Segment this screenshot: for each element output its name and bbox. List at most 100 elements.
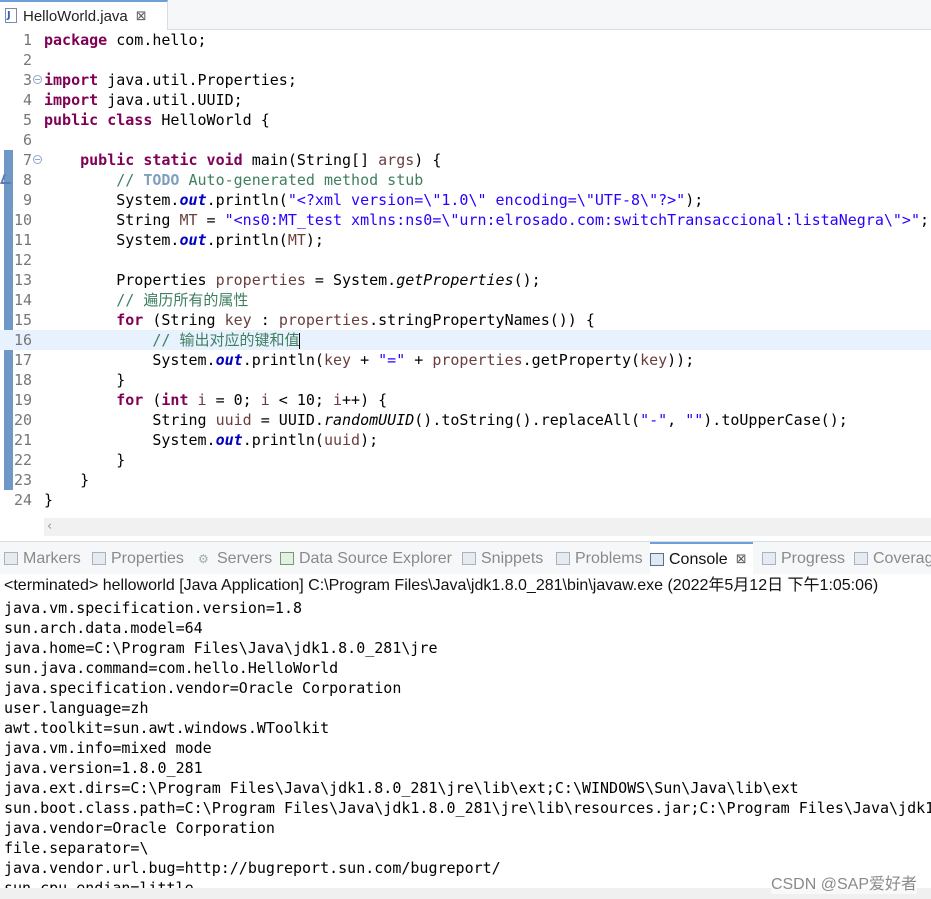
code-line[interactable]: 3− import java.util.Properties; [0,70,931,90]
code-line[interactable]: 20 String uuid = UUID.randomUUID().toStr… [0,410,931,430]
console-line: java.home=C:\Program Files\Java\jdk1.8.0… [4,639,438,657]
code-text: for (int i = 0; i < 10; i++) { [116,391,388,409]
console-line: awt.toolkit=sun.awt.windows.WToolkit [4,719,330,737]
tab-progress[interactable]: Progress [762,542,845,575]
tab-data-source-explorer[interactable]: Data Source Explorer [280,542,452,575]
code-line[interactable]: 23 } [0,470,931,490]
console-icon [650,553,664,566]
snippets-icon [462,552,476,565]
properties-icon [92,552,106,565]
code-line[interactable]: 22 } [0,450,931,470]
scroll-left-icon[interactable]: ‹ [47,519,52,534]
line-number: 7 [22,151,32,169]
task-marker-icon[interactable] [0,174,14,184]
line-number: 1 [22,31,32,49]
code-text: System.out.println(uuid); [152,431,379,449]
line-number: 14 [14,291,33,309]
console-line: java.specification.vendor=Oracle Corpora… [4,679,402,697]
line-number: 19 [14,391,33,409]
line-number: 23 [14,471,33,489]
tab-properties[interactable]: Properties [92,542,184,575]
code-line[interactable]: 11 System.out.println(MT); [0,230,931,250]
code-editor[interactable]: 1 package com.hello; 2 3− import java.util… [0,30,931,541]
line-number: 21 [14,431,33,449]
code-line[interactable]: 1 package com.hello; [0,30,931,50]
tab-coverage[interactable]: Coverag [854,542,931,575]
code-line[interactable]: 19 for (int i = 0; i < 10; i++) { [0,390,931,410]
line-number: 20 [14,411,33,429]
code-text: public static void main(String[] args) { [80,151,442,169]
line-number: 2 [22,51,32,69]
line-number: 9 [22,191,32,209]
code-text: } [44,491,54,509]
console-line: sun.arch.data.model=64 [4,619,203,637]
progress-icon [762,552,776,565]
code-line[interactable]: 17 System.out.println(key + "=" + proper… [0,350,931,370]
code-text: } [80,471,90,489]
line-number: 24 [14,491,33,509]
code-text: System.out.println(MT); [116,231,324,249]
line-number: 15 [14,311,33,329]
code-line[interactable]: 15 for (String key : properties.stringPr… [0,310,931,330]
code-text: import java.util.UUID; [44,91,243,109]
console-line: sun.java.command=com.hello.HelloWorld [4,659,339,677]
line-number: 18 [14,371,33,389]
code-text: // 输出对应的键和值 [152,331,301,349]
code-line-current[interactable]: 16 // 输出对应的键和值 [0,330,931,350]
panel-tab-bar: Markers Properties ⚙ Servers Data Source … [0,541,931,575]
line-number: 5 [22,111,32,129]
horizontal-scrollbar[interactable]: ‹ [44,518,931,536]
line-number: 12 [14,251,33,269]
code-lines: 1 package com.hello; 2 3− import java.util… [0,30,931,510]
code-line[interactable]: 14 // 遍历所有的属性 [0,290,931,310]
code-line[interactable]: 10 String MT = "<ns0:MT_test xmlns:ns0=\… [0,210,931,230]
code-line[interactable]: 7− public static void main(String[] args… [0,150,931,170]
editor-tab-bar: J HelloWorld.java ⊠ [0,0,931,30]
editor-tab-helloworld[interactable]: J HelloWorld.java ⊠ [0,0,168,30]
code-line[interactable]: 8 // TODO Auto-generated method stub [0,170,931,190]
line-number: 17 [14,351,33,369]
fold-toggle-icon[interactable]: − [33,75,42,84]
tab-servers[interactable]: ⚙ Servers [198,542,272,575]
close-icon[interactable]: ⊠ [136,9,147,24]
editor-tab-label: HelloWorld.java [23,7,128,25]
code-line[interactable]: 9 System.out.println("<?xml version=\"1.… [0,190,931,210]
console-line: sun.boot.class.path=C:\Program Files\Jav… [4,799,931,817]
tab-markers[interactable]: Markers [4,542,81,575]
code-line[interactable]: 5 public class HelloWorld { [0,110,931,130]
line-number: 8 [22,171,32,189]
code-line[interactable]: 18 } [0,370,931,390]
code-text: for (String key : properties.stringPrope… [116,311,595,329]
line-number: 6 [22,131,32,149]
code-line[interactable]: 24} [0,490,931,510]
tab-problems[interactable]: Problems [556,542,643,575]
console-line: java.version=1.8.0_281 [4,759,203,777]
code-line[interactable]: 12 [0,250,931,270]
line-number: 4 [22,91,32,109]
code-line[interactable]: 13 Properties properties = System.getPro… [0,270,931,290]
tab-console[interactable]: Console ⊠ [650,542,753,575]
code-line[interactable]: 2 [0,50,931,70]
code-text: import java.util.Properties; [44,71,297,89]
console-line: java.ext.dirs=C:\Program Files\Java\jdk1… [4,779,799,797]
line-number: 11 [14,231,33,249]
code-line[interactable]: 21 System.out.println(uuid); [0,430,931,450]
close-icon[interactable]: ⊠ [736,552,747,567]
line-number: 3 [22,71,32,89]
code-line[interactable]: 4 import java.util.UUID; [0,90,931,110]
console-status-line: <terminated> helloworld [Java Applicatio… [4,577,879,594]
code-text: // 遍历所有的属性 [116,291,249,309]
code-text: System.out.println("<?xml version=\"1.0\… [116,191,704,209]
line-number: 16 [14,331,33,349]
tab-snippets[interactable]: Snippets [462,542,543,575]
code-text: package com.hello; [44,31,207,49]
console-output[interactable]: java.vm.specification.version=1.8 sun.ar… [0,598,931,888]
code-text: public class HelloWorld { [44,111,270,129]
markers-icon [4,552,18,565]
java-file-icon: J [4,8,18,24]
console-line: java.vendor=Oracle Corporation [4,819,275,837]
fold-toggle-icon[interactable]: − [33,155,42,164]
code-line[interactable]: 6 [0,130,931,150]
code-text: String uuid = UUID.randomUUID().toString… [152,411,848,429]
console-line: user.language=zh [4,699,149,717]
